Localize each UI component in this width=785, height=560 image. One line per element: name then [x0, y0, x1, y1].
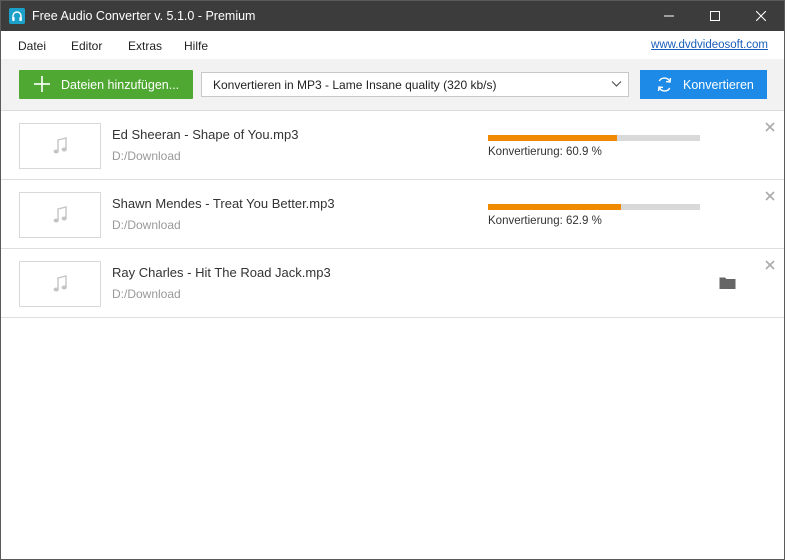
- toolbar: Dateien hinzufügen... Konvertieren in MP…: [1, 59, 784, 111]
- file-name: Ed Sheeran - Shape of You.mp3: [112, 127, 299, 142]
- progress-fill: [488, 135, 618, 141]
- maximize-icon: [710, 11, 720, 21]
- file-thumbnail: [19, 123, 101, 169]
- window-title: Free Audio Converter v. 5.1.0 - Premium: [32, 9, 256, 23]
- chevron-down-icon: [611, 81, 622, 87]
- menu-hilfe[interactable]: Hilfe: [184, 39, 208, 53]
- minimize-icon: [664, 15, 674, 17]
- menu-editor[interactable]: Editor: [71, 39, 102, 53]
- convert-label: Konvertieren: [683, 78, 754, 92]
- file-thumbnail: [19, 192, 101, 238]
- folder-icon[interactable]: [719, 276, 736, 290]
- maximize-button[interactable]: [692, 1, 738, 31]
- close-icon: [756, 11, 766, 21]
- remove-icon[interactable]: [764, 121, 776, 133]
- plus-icon: [34, 76, 50, 92]
- progress-status: Konvertierung: 62.9 %: [488, 215, 602, 227]
- convert-button[interactable]: Konvertieren: [640, 70, 767, 99]
- menu-datei[interactable]: Datei: [18, 39, 46, 53]
- website-link[interactable]: www.dvdvideosoft.com: [651, 39, 768, 51]
- file-thumbnail: [19, 261, 101, 307]
- music-note-icon: [53, 206, 67, 223]
- progress-bar: [488, 135, 700, 141]
- file-name: Ray Charles - Hit The Road Jack.mp3: [112, 265, 331, 280]
- format-value: Konvertieren in MP3 - Lame Insane qualit…: [213, 78, 497, 92]
- music-note-icon: [53, 275, 67, 292]
- file-row[interactable]: Shawn Mendes - Treat You Better.mp3 D:/D…: [1, 180, 784, 249]
- remove-icon[interactable]: [764, 190, 776, 202]
- headphones-icon: [9, 8, 25, 24]
- format-dropdown[interactable]: Konvertieren in MP3 - Lame Insane qualit…: [201, 72, 629, 97]
- file-row[interactable]: Ed Sheeran - Shape of You.mp3 D:/Downloa…: [1, 111, 784, 180]
- file-path: D:/Download: [112, 218, 181, 232]
- file-path: D:/Download: [112, 287, 181, 301]
- add-files-button[interactable]: Dateien hinzufügen...: [19, 70, 193, 99]
- file-name: Shawn Mendes - Treat You Better.mp3: [112, 196, 335, 211]
- remove-icon[interactable]: [764, 259, 776, 271]
- title-bar: Free Audio Converter v. 5.1.0 - Premium: [1, 1, 784, 31]
- minimize-button[interactable]: [646, 1, 692, 31]
- app-window: Free Audio Converter v. 5.1.0 - Premium …: [0, 0, 785, 560]
- add-files-label: Dateien hinzufügen...: [61, 78, 180, 92]
- progress-status: Konvertierung: 60.9 %: [488, 146, 602, 158]
- menu-extras[interactable]: Extras: [128, 39, 162, 53]
- refresh-icon: [657, 77, 672, 92]
- progress-fill: [488, 204, 622, 210]
- menu-bar: Datei Editor Extras Hilfe www.dvdvideoso…: [1, 31, 784, 59]
- file-path: D:/Download: [112, 149, 181, 163]
- progress-bar: [488, 204, 700, 210]
- close-button[interactable]: [738, 1, 784, 31]
- music-note-icon: [53, 137, 67, 154]
- file-row[interactable]: Ray Charles - Hit The Road Jack.mp3 D:/D…: [1, 249, 784, 318]
